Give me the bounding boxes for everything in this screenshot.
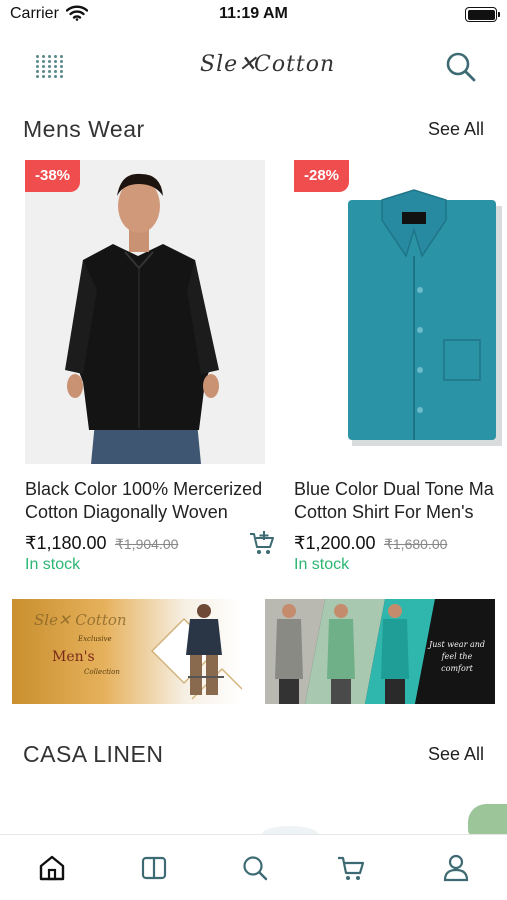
product-card[interactable]: -38% Black Color 100% Mercerized Cotton … (0, 160, 274, 580)
section-title: CASA LINEN (23, 741, 164, 767)
cart-icon[interactable] (336, 853, 366, 883)
status-time: 11:19 AM (219, 5, 288, 22)
banner-subtitle: Exclusive (78, 635, 112, 643)
see-all-link[interactable]: See All (428, 119, 484, 140)
catalog-icon[interactable] (139, 853, 169, 883)
banner-quote-line2: feel the comfort (441, 652, 473, 673)
battery-icon (465, 7, 500, 22)
promo-banner-comfort[interactable]: Just wear and feel the comfort (265, 599, 495, 704)
banner-caption: Collection (84, 668, 120, 676)
product-carousel[interactable]: -38% Black Color 100% Mercerized Cotton … (0, 160, 507, 580)
search-icon[interactable] (240, 853, 270, 883)
discount-badge: -38% (25, 160, 81, 192)
logo-text-part2: Cotton (254, 52, 336, 77)
add-to-cart-icon[interactable] (248, 530, 276, 556)
stock-status: In stock (25, 556, 81, 573)
product-old-price: ₹1,904.00 (114, 536, 179, 552)
price-row: ₹1,200.00 ₹1,680.00 (294, 533, 447, 554)
product-card[interactable]: -28% Blue Color Dual Tone Ma Cotton Shir… (294, 160, 507, 580)
banner-quote: Just wear and feel the comfort (425, 639, 489, 675)
folded-shirt-image (294, 160, 507, 464)
product-title-line1: Black Color 100% Mercerized (25, 479, 263, 499)
home-icon[interactable] (37, 853, 67, 883)
app-header: Sle✕ Cotton (0, 36, 507, 96)
dots-grid-icon[interactable] (34, 50, 66, 82)
discount-badge: -28% (294, 160, 350, 192)
logo-text-part1: Sle✕ (200, 52, 258, 77)
banner-quote-line1: Just wear and (429, 640, 485, 649)
product-old-price: ₹1,680.00 (383, 536, 448, 552)
product-price: ₹1,180.00 (25, 533, 107, 553)
product-image[interactable]: -38% (25, 160, 265, 464)
brand-logo[interactable]: Sle✕ Cotton (198, 46, 334, 86)
product-title-line1: Blue Color Dual Tone Ma (294, 479, 494, 499)
product-title[interactable]: Blue Color Dual Tone Ma Cotton Shirt For… (294, 478, 507, 524)
banner-model-image (150, 604, 242, 700)
product-title[interactable]: Black Color 100% Mercerized Cotton Diago… (25, 478, 295, 524)
section-title: Mens Wear (23, 116, 145, 142)
bottom-navigation (0, 834, 507, 900)
mens-section-header: Mens Wear See All (0, 112, 507, 146)
banner-heading: Men's (52, 649, 95, 665)
banner-brand-text: Sle✕ Cotton (34, 611, 127, 629)
product-image[interactable]: -28% (294, 160, 507, 464)
profile-icon[interactable] (441, 853, 471, 883)
product-price: ₹1,200.00 (294, 533, 376, 553)
product-title-line2: Cotton Shirt For Men's (294, 502, 474, 522)
casa-section-header: CASA LINEN See All (0, 737, 507, 771)
promo-banner-mens[interactable]: Sle✕ Cotton Exclusive Men's Collection (12, 599, 242, 704)
status-bar: Carrier 11:19 AM (0, 0, 507, 30)
shirt-model-image (25, 160, 265, 464)
price-row: ₹1,180.00 ₹1,904.00 (25, 533, 178, 554)
stock-status: In stock (294, 556, 350, 573)
product-image-peek[interactable] (468, 804, 507, 836)
search-icon[interactable] (444, 50, 478, 84)
product-title-line2: Cotton Diagonally Woven (25, 502, 228, 522)
see-all-link[interactable]: See All (428, 744, 484, 765)
